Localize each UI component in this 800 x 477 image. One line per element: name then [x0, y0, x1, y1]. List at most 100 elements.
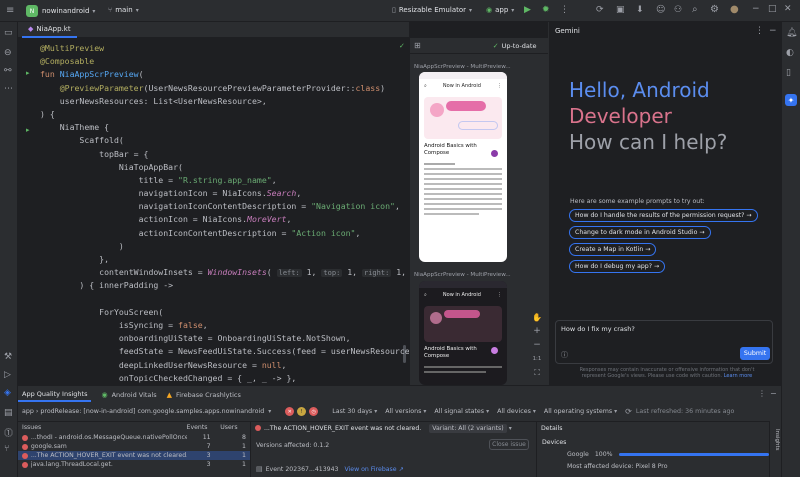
app-selector[interactable]: app › prodRelease: [now-in-android] com.… [22, 408, 264, 415]
insights-side-tab[interactable]: Insights [769, 421, 781, 477]
tab-app-quality-insights[interactable]: App Quality Insights [18, 388, 92, 402]
chevron-down-icon: ▾ [486, 408, 490, 415]
error-icon [22, 443, 28, 450]
sync-icon[interactable]: ⟳ [596, 5, 604, 15]
tab-android-vitals[interactable]: Android Vitals [108, 388, 161, 402]
editor-tab-bar: ◆ NiaApp.kt [18, 22, 409, 38]
project-selector[interactable]: N nowinandroid ▾ [26, 5, 95, 17]
gemini-more-icon[interactable]: ⋮ [755, 26, 764, 36]
branch-selector[interactable]: ⑂ main ▾ [108, 6, 139, 14]
close-issue-button[interactable]: Close issue [489, 439, 529, 450]
device-manager-icon[interactable]: ▣ [616, 5, 625, 15]
card-header-image [424, 306, 502, 342]
details-header: Details [537, 422, 769, 434]
context-info-icon[interactable]: ⓘ [561, 350, 568, 360]
chevron-down-icon: ▾ [469, 6, 473, 14]
more-tools-icon[interactable]: ⋯ [4, 84, 13, 94]
commit-tool-icon[interactable]: ⊖ [4, 48, 12, 58]
code-line: Scaffold( [40, 134, 409, 147]
hamburger-menu-icon[interactable]: ≡ [6, 5, 14, 16]
minimize-icon[interactable]: − [752, 4, 760, 14]
zoom-actual-size[interactable]: 1:1 [530, 352, 544, 366]
time-range-filter[interactable]: Last 30 days [332, 408, 372, 415]
search-icon[interactable]: ⌕ [692, 4, 698, 15]
gutter-composable-icon[interactable]: ▸ [26, 126, 30, 134]
issues-header: Issues Events Users [18, 422, 250, 433]
app-title: Now in Android [442, 292, 481, 298]
preview-dark-phone[interactable]: ⌕ Now in Android ⋮ Android Basics with C… [419, 281, 507, 385]
gemini-prompt-input[interactable]: How do I fix my crash? [561, 325, 635, 333]
version-control-tool-icon[interactable]: ⑂ [4, 444, 9, 454]
code-line: onTopicCheckedChanged = { _, _ -> }, [40, 372, 409, 385]
details-label: Details [541, 424, 563, 432]
examples-intro: Here are some example prompts to try out… [570, 198, 705, 205]
run-tool-icon[interactable]: ▷ [4, 370, 11, 380]
refresh-icon[interactable]: ⟳ [625, 407, 632, 416]
profile-icon[interactable]: ☺ [656, 5, 665, 15]
zoom-out-icon[interactable]: − [530, 338, 544, 352]
greeting-line3: How can I help? [569, 130, 728, 154]
branch-name: main [115, 6, 133, 14]
zoom-in-icon[interactable]: + [530, 324, 544, 338]
debug-icon[interactable]: ✹ [542, 5, 550, 15]
terminal-tool-icon[interactable]: ▤ [4, 408, 13, 418]
event-id: Event 202367...413943 [265, 465, 339, 473]
device-selector[interactable]: ▯ Resizable Emulator ▾ [392, 6, 472, 14]
example-prompt-3[interactable]: Create a Map in Kotlin → [569, 243, 657, 256]
anr-filter-icon[interactable]: ◷ [309, 407, 319, 416]
run-icon[interactable]: ▶ [524, 5, 531, 15]
problems-tool-icon[interactable]: ⓵ [4, 426, 13, 439]
panel-more-icon[interactable]: ⋮ [758, 389, 766, 398]
gemini-input-box[interactable]: How do I fix my crash? ⓘ Submit [555, 320, 773, 364]
close-icon[interactable]: ✕ [784, 4, 792, 14]
example-prompt-2[interactable]: Change to dark mode in Android Studio → [569, 226, 711, 239]
gemini-tool-icon[interactable]: ✦ [785, 94, 797, 106]
signal-states-filter[interactable]: All signal states [434, 408, 484, 415]
issue-row[interactable]: ...thodI - android.os.MessageQueue.nativ… [18, 433, 250, 442]
project-tool-icon[interactable]: ▭ [4, 28, 13, 38]
issue-row[interactable]: google.sam 7 1 [18, 442, 250, 451]
pan-hand-icon[interactable]: ✋ [530, 310, 544, 324]
tab-firebase-crashlytics[interactable]: Firebase Crashlytics [172, 388, 245, 402]
example-prompt-4[interactable]: How do I debug my app? → [569, 260, 666, 273]
devices-filter[interactable]: All devices [497, 408, 531, 415]
os-filter[interactable]: All operating systems [544, 408, 612, 415]
run-config-selector[interactable]: ◉ app ▾ [486, 6, 514, 14]
variant-selector[interactable]: Variant: All (2 variants) [429, 423, 507, 433]
sdk-manager-icon[interactable]: ⬇ [636, 5, 644, 15]
issue-detail-header: ...The ACTION_HOVER_EXIT event was not c… [251, 422, 536, 434]
gear-icon[interactable]: ⚙ [710, 4, 719, 15]
code-with-me-icon[interactable]: ⚇ [674, 5, 682, 15]
gutter-preview-icon[interactable]: ▸ [26, 69, 30, 77]
structure-tool-icon[interactable]: ⚯ [4, 66, 12, 76]
zoom-fit-icon[interactable]: ⛶ [530, 366, 544, 380]
preview-mode-icon[interactable]: ⊞ [414, 41, 421, 50]
app-quality-tool-icon[interactable]: ◈ [4, 388, 11, 398]
submit-button[interactable]: Submit [740, 347, 770, 360]
issue-row[interactable]: ...The ACTION_HOVER_EXIT event was not c… [18, 451, 250, 460]
issues-col-header: Issues [22, 424, 42, 431]
preview-light-phone[interactable]: ⌕ Now in Android ⋮ Android Basics with C… [419, 72, 507, 262]
code-line: NiaTheme { [40, 121, 409, 134]
panel-minimize-icon[interactable]: − [770, 389, 777, 398]
code-token: actionIcon = NiaIcons. [40, 214, 248, 225]
error-icon [255, 425, 261, 431]
device-mirror-icon[interactable]: ▯ [786, 68, 791, 78]
fatal-filter-icon[interactable]: ✕ [285, 407, 295, 416]
device-share-bar [618, 453, 769, 456]
example-prompt-1[interactable]: How do I handle the results of the permi… [569, 209, 758, 222]
most-affected-device: Most affected device: Pixel 8 Pro [567, 463, 668, 470]
issue-row[interactable]: java.lang.ThreadLocal.get. 3 1 [18, 460, 250, 469]
gemini-minimize-icon[interactable]: − [769, 26, 777, 36]
user-avatar-icon[interactable]: ● [730, 4, 739, 15]
more-actions-icon[interactable]: ⋮ [560, 5, 569, 15]
build-tool-icon[interactable]: ⚒ [4, 352, 12, 362]
versions-filter[interactable]: All versions [385, 408, 421, 415]
notifications-icon[interactable]: 🔔︎ [786, 28, 797, 38]
nonfatal-filter-icon[interactable]: ! [297, 407, 307, 416]
maximize-icon[interactable]: □ [768, 4, 777, 14]
learn-more-link[interactable]: Learn more [724, 373, 753, 379]
view-on-firebase-link[interactable]: View on Firebase ↗ [344, 466, 403, 473]
tab-niaapp-kt[interactable]: ◆ NiaApp.kt [22, 22, 77, 38]
gradle-icon[interactable]: ◐ [786, 48, 794, 58]
